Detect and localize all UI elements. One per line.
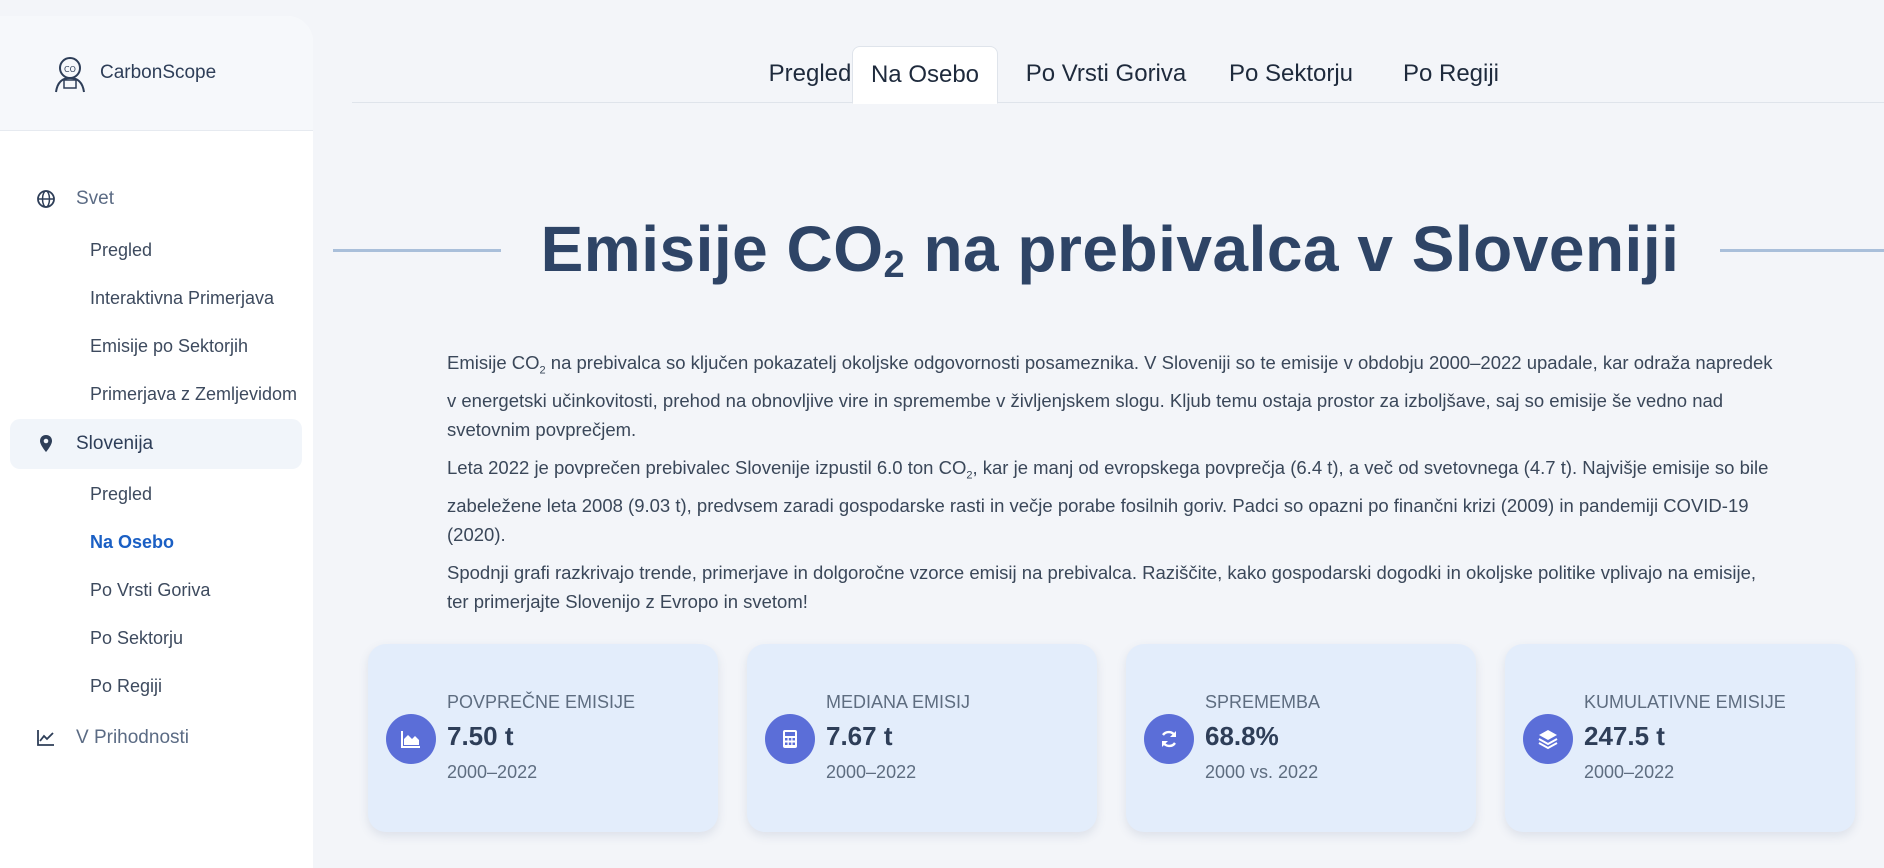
stat-period: 2000 vs. 2022	[1205, 762, 1319, 782]
sidebar-item-svet-pregled[interactable]: Pregled	[90, 240, 152, 261]
sidebar-section-slovenija[interactable]: Slovenija	[10, 419, 302, 469]
title-divider-right	[1720, 249, 1884, 252]
sidebar-item-po-vrsti-goriva[interactable]: Po Vrsti Goriva	[90, 580, 210, 601]
stat-label: KUMULATIVNE EMISIJE	[1584, 692, 1786, 712]
stat-period: 2000–2022	[826, 762, 917, 782]
stat-label: POVPREČNE EMISIJE	[447, 692, 636, 712]
sidebar-section-label: Svet	[76, 188, 115, 209]
intro-paragraph-2: Leta 2022 je povprečen prebivalec Sloven…	[447, 457, 1769, 545]
tab-na-osebo[interactable]: Na Osebo	[852, 46, 998, 104]
trend-chart-icon	[37, 730, 54, 746]
stat-label: SPREMEMBA	[1205, 692, 1321, 712]
intro-paragraph-3: Spodnji grafi razkrivajo trende, primerj…	[447, 562, 1756, 612]
stat-value: 7.50 t	[447, 721, 514, 751]
sidebar-section-label: Slovenija	[76, 433, 154, 454]
tab-po-regiji[interactable]: Po Regiji	[1376, 46, 1526, 102]
sidebar-item-po-sektorju[interactable]: Po Sektorju	[90, 628, 183, 649]
globe-icon	[37, 190, 55, 208]
intro-paragraph-1: Emisije CO2 na prebivalca so ključen pok…	[447, 352, 1773, 440]
tab-po-sektorju[interactable]: Po Sektorju	[1206, 46, 1376, 102]
stat-card-change: SPREMEMBA 68.8% 2000 vs. 2022	[1126, 644, 1476, 832]
sidebar-section-svet[interactable]: Svet	[10, 174, 302, 224]
area-chart-icon	[386, 714, 436, 764]
stat-period: 2000–2022	[447, 762, 538, 782]
stat-label: MEDIANA EMISIJ	[826, 692, 971, 712]
tab-po-vrsti-goriva[interactable]: Po Vrsti Goriva	[1006, 46, 1206, 102]
sidebar-item-po-regiji[interactable]: Po Regiji	[90, 676, 162, 697]
carbonscope-logo-icon: CO	[55, 57, 85, 93]
stat-card-average: POVPREČNE EMISIJE 7.50 t 2000–2022	[368, 644, 718, 832]
sidebar-section-label: V Prihodnosti	[76, 727, 190, 748]
stat-period: 2000–2022	[1584, 762, 1675, 782]
sidebar: CO CarbonScope Svet Pregled Interaktivna…	[0, 16, 313, 868]
sidebar-item-na-osebo[interactable]: Na Osebo	[90, 532, 174, 553]
stat-card-cumulative: KUMULATIVNE EMISIJE 247.5 t 2000–2022	[1505, 644, 1855, 832]
sidebar-item-slovenija-pregled[interactable]: Pregled	[90, 484, 152, 505]
stat-value: 247.5 t	[1584, 721, 1665, 751]
calculator-icon	[765, 714, 815, 764]
tab-bar: Pregled Na Osebo Po Vrsti Goriva Po Sekt…	[352, 46, 1884, 104]
sidebar-item-primerjava-z-zemljevidom[interactable]: Primerjava z Zemljevidom	[90, 384, 297, 405]
location-pin-icon	[40, 435, 52, 452]
page-title: Emisije CO2 na prebivalca v Sloveniji	[540, 213, 1680, 286]
title-divider-left	[333, 249, 501, 252]
sidebar-item-interaktivna-primerjava[interactable]: Interaktivna Primerjava	[90, 288, 274, 309]
refresh-icon	[1144, 714, 1194, 764]
stat-card-median: MEDIANA EMISIJ 7.67 t 2000–2022	[747, 644, 1097, 832]
sidebar-section-v-prihodnosti[interactable]: V Prihodnosti	[10, 713, 302, 763]
stat-value: 7.67 t	[826, 721, 893, 751]
sidebar-item-emisije-po-sektorjih[interactable]: Emisije po Sektorjih	[90, 336, 248, 357]
app-name: CarbonScope	[100, 62, 217, 83]
logo-area[interactable]: CO CarbonScope	[0, 16, 313, 131]
svg-text:CO: CO	[64, 65, 76, 74]
layers-icon	[1523, 714, 1573, 764]
stat-value: 68.8%	[1205, 721, 1279, 751]
